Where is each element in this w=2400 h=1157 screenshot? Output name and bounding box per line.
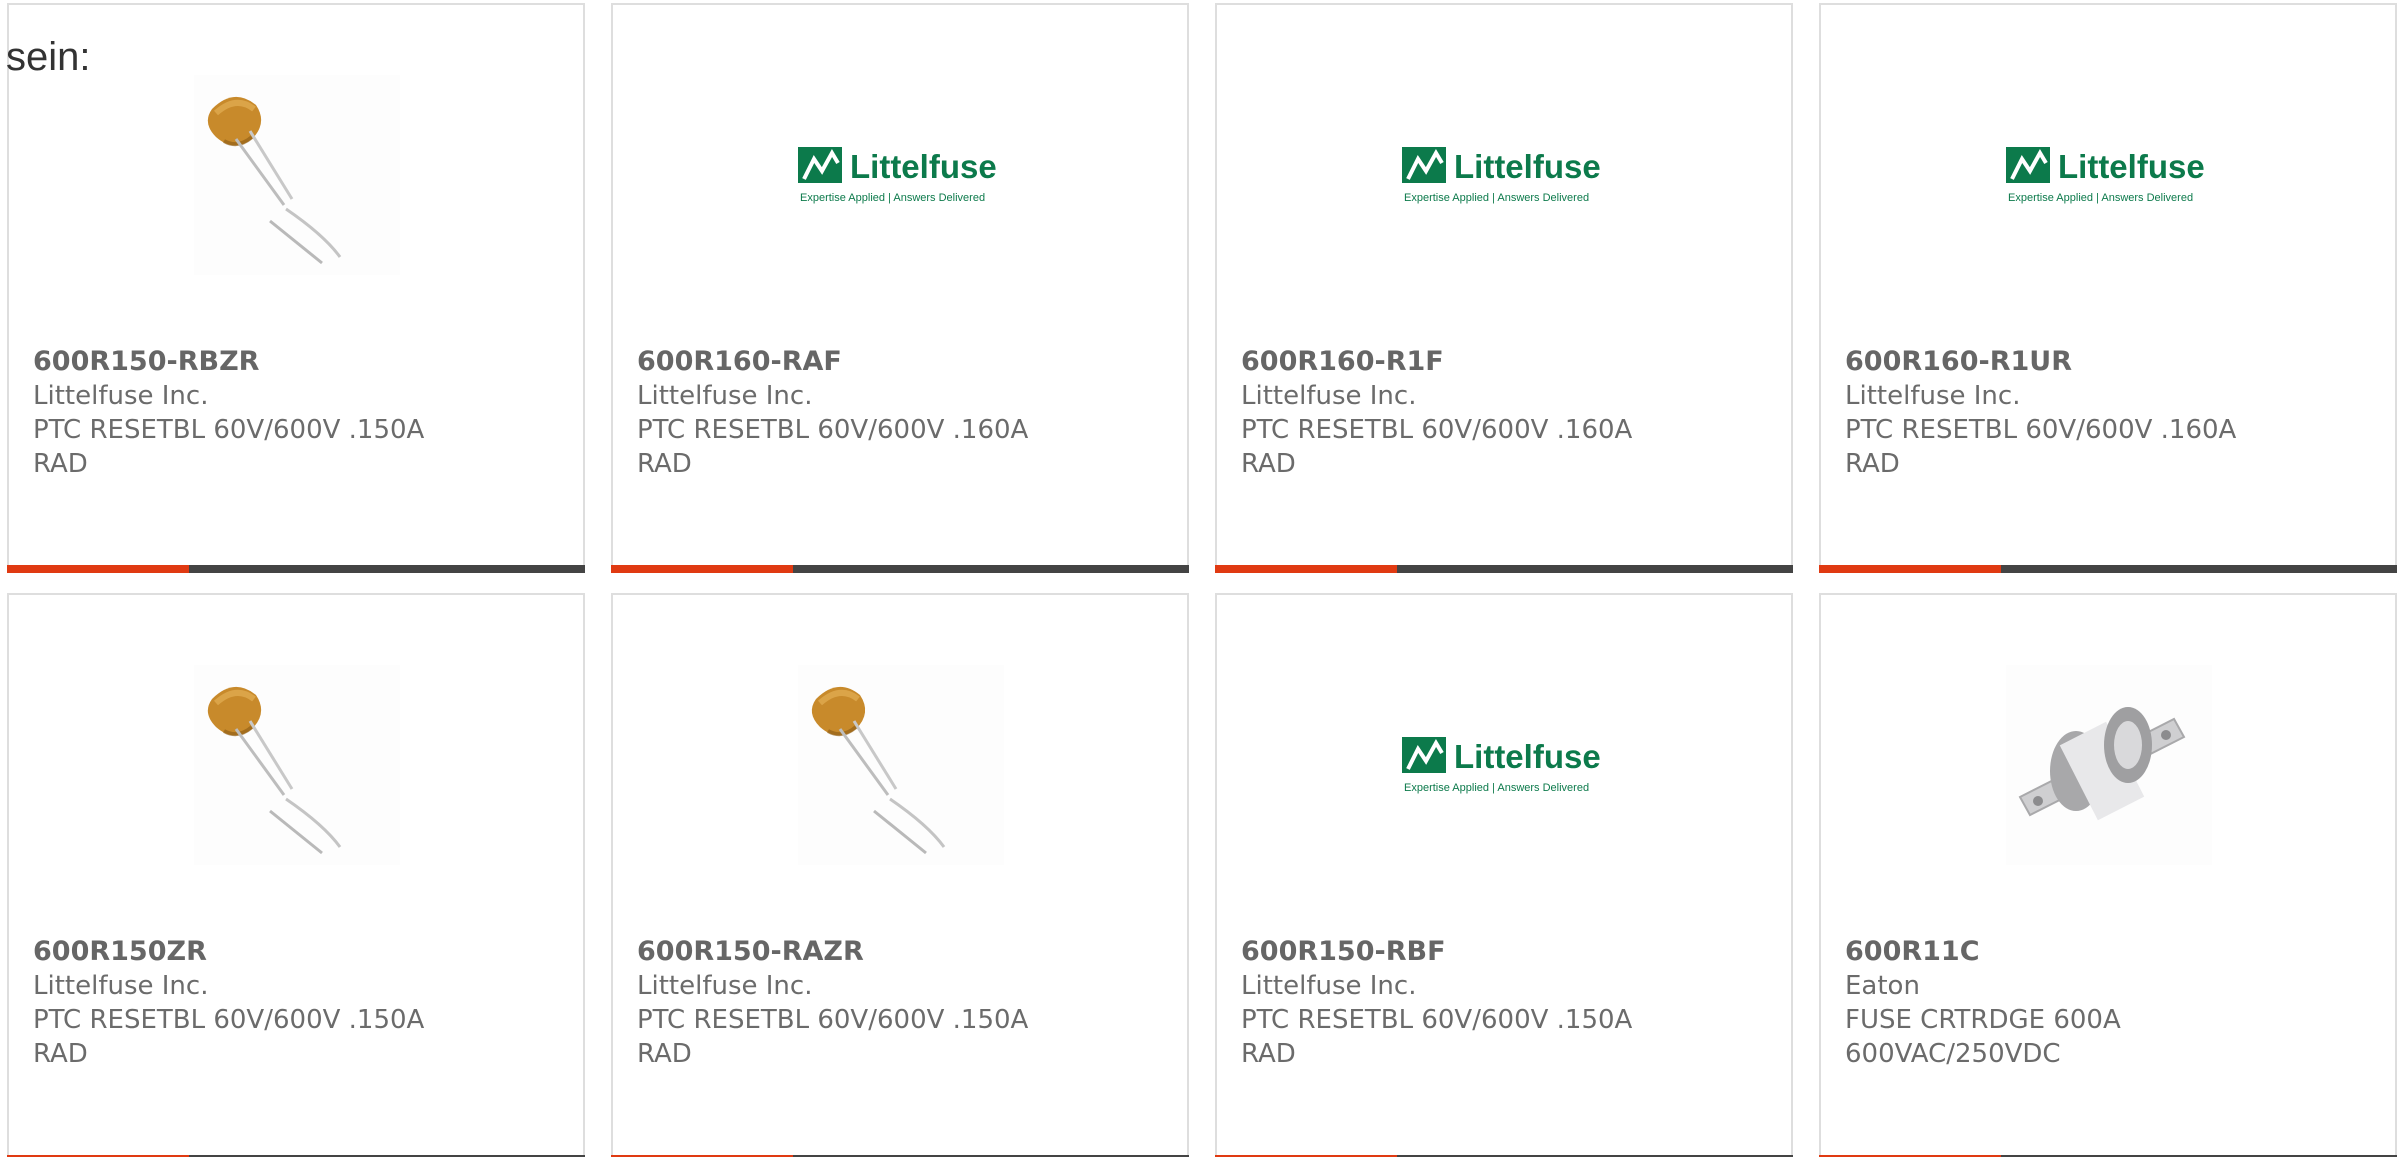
product-grid-page: sein: 600R150-RBZR Littelfuse Inc. PTC R…: [0, 0, 2400, 1157]
product-description-cont: RAD: [637, 1039, 692, 1069]
product-card[interactable]: 600R11C Eaton FUSE CRTRDGE 600A 600VAC/2…: [1819, 593, 2397, 1157]
product-part-number[interactable]: 600R160-R1F: [1241, 345, 1767, 379]
card-bottom-bar: [7, 565, 585, 573]
product-description-cont: RAD: [1845, 449, 1900, 479]
svg-text:Littelfuse: Littelfuse: [1454, 738, 1601, 775]
product-card[interactable]: Littelfuse Expertise Applied | Answers D…: [1215, 593, 1793, 1157]
card-accent-bar: [1819, 565, 2001, 573]
svg-text:Littelfuse: Littelfuse: [1454, 148, 1601, 185]
product-manufacturer: Littelfuse Inc.: [637, 971, 813, 1001]
svg-text:Expertise Applied | Answers De: Expertise Applied | Answers Delivered: [2008, 192, 2193, 204]
product-description-cont: RAD: [637, 449, 692, 479]
card-bottom-bar: [611, 565, 1189, 573]
littelfuse-logo: Littelfuse Expertise Applied | Answers D…: [1402, 665, 1608, 865]
product-part-number[interactable]: 600R150ZR: [33, 935, 559, 969]
product-card[interactable]: Littelfuse Expertise Applied | Answers D…: [611, 3, 1189, 573]
product-manufacturer: Littelfuse Inc.: [1241, 381, 1417, 411]
product-part-number[interactable]: 600R150-RBZR: [33, 345, 559, 379]
littelfuse-logo: Littelfuse Expertise Applied | Answers D…: [2006, 75, 2212, 275]
ptc-thermistor-image: [194, 75, 400, 275]
product-description: PTC RESETBL 60V/600V .160A: [637, 415, 1029, 445]
svg-text:Expertise Applied | Answers De: Expertise Applied | Answers Delivered: [800, 192, 985, 204]
product-description: PTC RESETBL 60V/600V .150A: [1241, 1005, 1633, 1035]
intro-text: sein:: [6, 35, 91, 79]
product-card[interactable]: Littelfuse Expertise Applied | Answers D…: [1819, 3, 2397, 573]
product-part-number[interactable]: 600R150-RBF: [1241, 935, 1767, 969]
svg-text:Littelfuse: Littelfuse: [2058, 148, 2205, 185]
ptc-thermistor-image: [194, 665, 400, 865]
product-part-number[interactable]: 600R11C: [1845, 935, 2371, 969]
svg-text:Littelfuse: Littelfuse: [850, 148, 997, 185]
product-part-number[interactable]: 600R150-RAZR: [637, 935, 1163, 969]
product-manufacturer: Eaton: [1845, 971, 1920, 1001]
product-manufacturer: Littelfuse Inc.: [1241, 971, 1417, 1001]
svg-text:Expertise Applied | Answers De: Expertise Applied | Answers Delivered: [1404, 192, 1589, 204]
product-description: FUSE CRTRDGE 600A: [1845, 1005, 2121, 1035]
cartridge-fuse-image: [2006, 665, 2212, 865]
ptc-thermistor-image: [798, 665, 1004, 865]
product-description-cont: 600VAC/250VDC: [1845, 1039, 2061, 1069]
product-card[interactable]: 600R150ZR Littelfuse Inc. PTC RESETBL 60…: [7, 593, 585, 1157]
product-description-cont: RAD: [1241, 449, 1296, 479]
card-bottom-bar: [1215, 565, 1793, 573]
product-description: PTC RESETBL 60V/600V .150A: [637, 1005, 1029, 1035]
product-description-cont: RAD: [33, 1039, 88, 1069]
product-manufacturer: Littelfuse Inc.: [33, 971, 209, 1001]
product-description-cont: RAD: [1241, 1039, 1296, 1069]
card-accent-bar: [611, 565, 793, 573]
product-description: PTC RESETBL 60V/600V .160A: [1845, 415, 2237, 445]
product-description: PTC RESETBL 60V/600V .150A: [33, 1005, 425, 1035]
product-card[interactable]: 600R150-RAZR Littelfuse Inc. PTC RESETBL…: [611, 593, 1189, 1157]
product-part-number[interactable]: 600R160-RAF: [637, 345, 1163, 379]
product-manufacturer: Littelfuse Inc.: [637, 381, 813, 411]
product-description-cont: RAD: [33, 449, 88, 479]
product-card[interactable]: 600R150-RBZR Littelfuse Inc. PTC RESETBL…: [7, 3, 585, 573]
product-description: PTC RESETBL 60V/600V .160A: [1241, 415, 1633, 445]
product-manufacturer: Littelfuse Inc.: [33, 381, 209, 411]
card-accent-bar: [1215, 565, 1397, 573]
littelfuse-logo: Littelfuse Expertise Applied | Answers D…: [798, 75, 1004, 275]
card-bottom-bar: [1819, 565, 2397, 573]
svg-text:Expertise Applied | Answers De: Expertise Applied | Answers Delivered: [1404, 782, 1589, 794]
product-manufacturer: Littelfuse Inc.: [1845, 381, 2021, 411]
littelfuse-logo: Littelfuse Expertise Applied | Answers D…: [1402, 75, 1608, 275]
product-description: PTC RESETBL 60V/600V .150A: [33, 415, 425, 445]
card-accent-bar: [7, 565, 189, 573]
product-card[interactable]: Littelfuse Expertise Applied | Answers D…: [1215, 3, 1793, 573]
product-part-number[interactable]: 600R160-R1UR: [1845, 345, 2371, 379]
